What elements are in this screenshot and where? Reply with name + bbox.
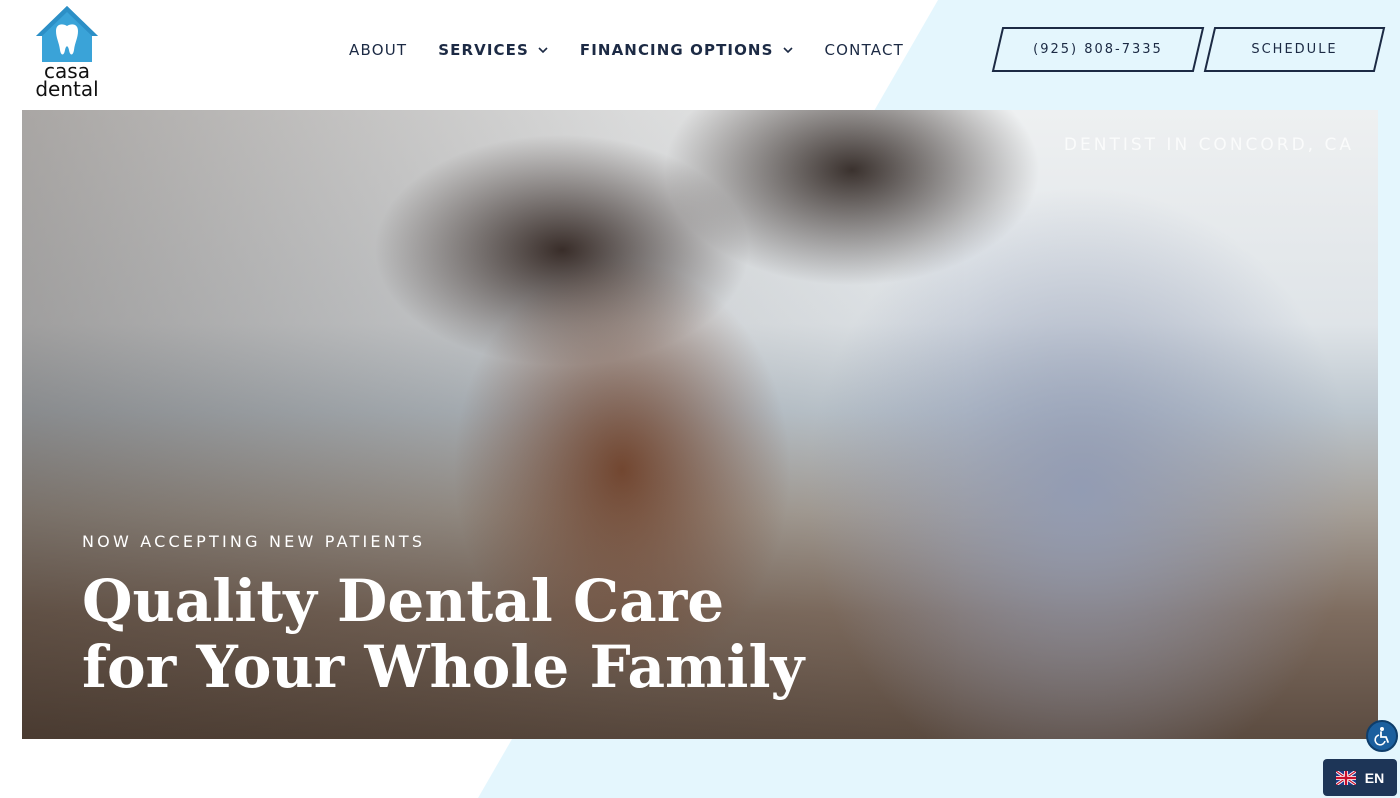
chevron-down-icon bbox=[782, 47, 793, 54]
logo-text-dental: dental bbox=[35, 77, 99, 101]
schedule-button-label: SCHEDULE bbox=[1251, 42, 1338, 57]
hero-location-text: DENTIST IN CONCORD, CA bbox=[1063, 135, 1354, 155]
uk-flag-icon bbox=[1335, 770, 1356, 785]
nav-item-financing-options[interactable]: FINANCING OPTIONS bbox=[580, 41, 794, 59]
phone-button[interactable]: (925) 808-7335 bbox=[991, 27, 1205, 72]
logo[interactable]: casa dental bbox=[34, 4, 100, 101]
accessibility-button[interactable] bbox=[1366, 720, 1398, 752]
hero-title-line2: for Your Whole Family bbox=[82, 633, 805, 701]
wheelchair-icon bbox=[1374, 727, 1389, 746]
phone-button-label: (925) 808-7335 bbox=[1033, 42, 1163, 57]
house-tooth-icon bbox=[36, 6, 98, 62]
schedule-button[interactable]: SCHEDULE bbox=[1203, 27, 1386, 72]
nav-label-services: SERVICES bbox=[438, 41, 529, 59]
nav-label-about: ABOUT bbox=[349, 41, 408, 59]
language-switcher[interactable]: EN bbox=[1323, 759, 1397, 796]
hero-title-line1: Quality Dental Care bbox=[82, 567, 725, 635]
nav-item-services[interactable]: SERVICES bbox=[438, 41, 549, 59]
main-nav: ABOUT SERVICES FINANCING OPTIONS CONTACT bbox=[349, 38, 904, 62]
chevron-down-icon bbox=[538, 47, 548, 54]
nav-item-contact[interactable]: CONTACT bbox=[825, 41, 905, 59]
language-label: EN bbox=[1364, 769, 1385, 786]
nav-label-contact: CONTACT bbox=[824, 41, 905, 59]
nav-label-financing-options: FINANCING OPTIONS bbox=[579, 41, 774, 59]
hero-eyebrow: NOW ACCEPTING NEW PATIENTS bbox=[82, 532, 426, 551]
site-header: casa dental ABOUT SERVICES FINANCING OPT… bbox=[0, 0, 1400, 100]
hero-banner: DENTIST IN CONCORD, CA NOW ACCEPTING NEW… bbox=[22, 110, 1378, 739]
nav-item-about[interactable]: ABOUT bbox=[349, 41, 407, 59]
hero-title: Quality Dental Care for Your Whole Famil… bbox=[82, 568, 842, 700]
